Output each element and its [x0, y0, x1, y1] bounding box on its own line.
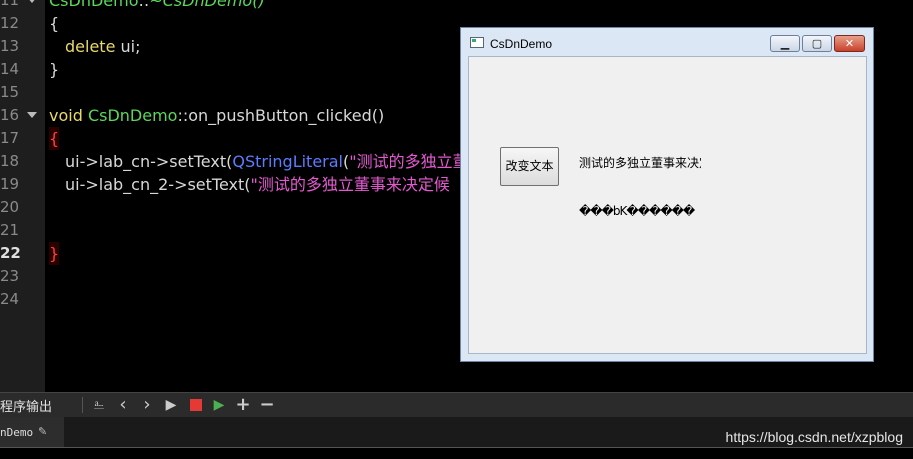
clear-output-icon[interactable]: ⎁ — [90, 396, 108, 414]
zoom-out-icon[interactable]: − — [258, 396, 276, 414]
toolbar-divider — [82, 397, 83, 413]
code-call: ui->lab_cn->setText( — [65, 152, 233, 171]
maximize-icon: ▢ — [811, 37, 823, 50]
code-text: ui->lab_cn->setText(QStringLiteral("测试的多… — [65, 150, 469, 173]
window-title: CsDnDemo — [490, 37, 553, 51]
line-number: 17 — [0, 129, 20, 147]
line-number: 23 — [0, 267, 20, 285]
line-number: 22 — [0, 244, 21, 262]
line-number: 18 — [0, 152, 20, 170]
label-cn: 测试的多独立董事来决定 — [579, 156, 701, 170]
matched-brace: { — [49, 127, 60, 150]
app-window[interactable]: CsDnDemo ▁ ▢ ✕ 改变文本 测试的多独立董事来决定 ���bK���… — [460, 27, 874, 362]
close-button[interactable]: ✕ — [834, 35, 865, 52]
line-number: 16 — [0, 106, 20, 124]
code-rest: ui; — [115, 37, 141, 56]
previous-icon[interactable]: ‹ — [114, 396, 132, 414]
stop-icon[interactable] — [190, 399, 202, 411]
code-text: void CsDnDemo::on_pushButton_clicked() — [49, 104, 384, 127]
line-number: 20 — [0, 198, 20, 216]
code-text: { — [49, 14, 60, 33]
scope-operator: :: — [138, 0, 150, 10]
minimize-button[interactable]: ▁ — [770, 35, 800, 52]
maximize-button[interactable]: ▢ — [802, 35, 832, 52]
string-literal: "测试的多独立董 — [349, 152, 469, 171]
class-name: CsDnDemo — [49, 0, 139, 10]
string-literal: "测试的多独立董事来决定候 — [250, 175, 450, 194]
code-call: ui->lab_cn_2->setText( — [65, 175, 251, 194]
pin-icon[interactable]: ✎ — [38, 425, 47, 438]
matched-brace: } — [49, 242, 60, 265]
fold-arrow-icon[interactable] — [27, 112, 37, 118]
next-icon[interactable]: › — [138, 396, 156, 414]
output-tab[interactable]: nDemo ✎ — [0, 417, 64, 447]
debug-run-icon[interactable]: ▶ — [210, 396, 228, 414]
line-number: 11 — [0, 0, 20, 9]
code-text: ui->lab_cn_2->setText("测试的多独立董事来决定候 — [65, 173, 450, 196]
watermark-url: https://blog.csdn.net/xzpblog — [725, 429, 903, 445]
line-number: 12 — [0, 14, 20, 32]
line-number: 14 — [0, 60, 20, 78]
line-number: 21 — [0, 221, 20, 239]
output-pane-toolbar: 程序输出 ⎁ ‹ › ▶ ▶ + − — [0, 392, 913, 417]
zoom-in-icon[interactable]: + — [234, 396, 252, 414]
code-text: CsDnDemo::~CsDnDemo() — [49, 0, 265, 12]
line-number: 15 — [0, 83, 20, 101]
change-text-button[interactable]: 改变文本 — [500, 147, 559, 186]
keyword: void — [49, 106, 83, 125]
code-text: } — [49, 60, 60, 79]
window-client-area: 改变文本 测试的多独立董事来决定 ���bK������ — [468, 56, 867, 354]
label-cn-2: ���bK������ — [579, 204, 695, 218]
output-pane-title: 程序输出 — [0, 400, 53, 415]
code-text: delete ui; — [65, 35, 140, 58]
line-number: 19 — [0, 175, 20, 193]
app-icon — [470, 37, 484, 48]
destructor-name: ~CsDnDemo() — [149, 0, 265, 10]
class-name: CsDnDemo — [87, 106, 178, 125]
fold-arrow-icon[interactable] — [27, 0, 37, 3]
keyword: delete — [65, 37, 116, 56]
line-number: 24 — [0, 290, 20, 308]
code-rest: ::on_pushButton_clicked() — [177, 106, 385, 125]
output-tab-label: nDemo — [0, 426, 34, 439]
line-number: 13 — [0, 37, 20, 55]
macro-name: QStringLiteral — [232, 152, 343, 171]
code-line-11: 11 CsDnDemo::~CsDnDemo() — [0, 0, 913, 12]
minimize-icon: ▁ — [780, 37, 790, 50]
output-text-area — [0, 448, 913, 459]
close-icon: ✕ — [844, 37, 855, 50]
run-icon[interactable]: ▶ — [162, 396, 180, 414]
